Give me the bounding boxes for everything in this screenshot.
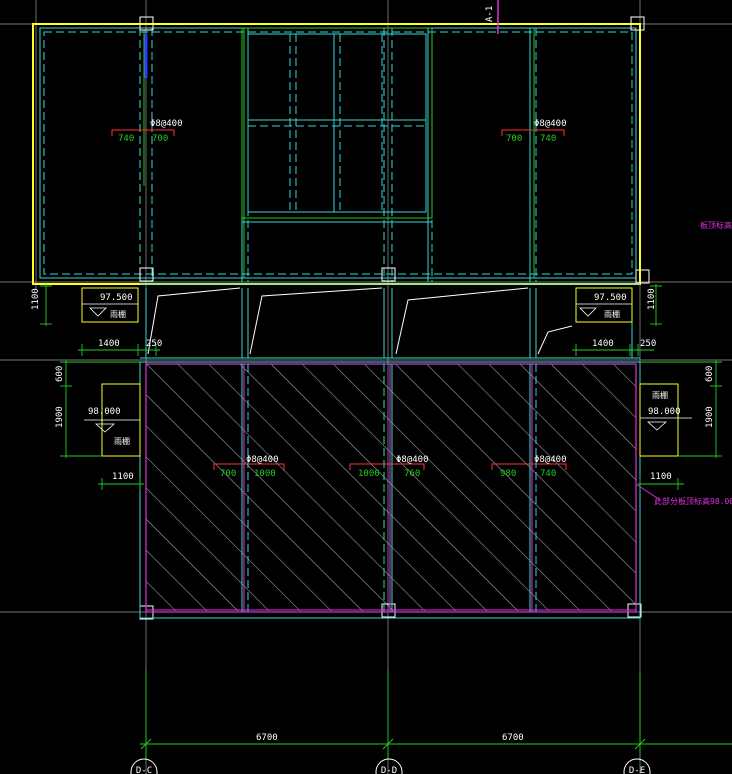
dim-1400-left: 1400 bbox=[98, 339, 120, 349]
canopy-elev-lower-left: 98.000 bbox=[88, 407, 121, 417]
axis-label-c: D-E bbox=[629, 766, 645, 774]
rebar-len-l1-left: 700 bbox=[220, 469, 236, 479]
rebar-len-ur-right: 740 bbox=[540, 134, 556, 144]
dim-1900-right: 1900 bbox=[705, 406, 715, 428]
upper-slab-beams bbox=[39, 27, 637, 282]
cad-drawing-canvas: Φ8@400 Φ8@400 Φ8@400 Φ8@400 Φ8@400 740 7… bbox=[0, 0, 732, 774]
rebar-spec-upper-left: Φ8@400 bbox=[150, 119, 183, 129]
corridor-band bbox=[140, 283, 640, 359]
canopy-name-lower-left: 雨棚 bbox=[114, 436, 130, 446]
dim-1100-left-vertical: 1100 bbox=[31, 288, 41, 310]
note-right-upper: 板顶标高 bbox=[700, 220, 732, 230]
dim-1100-lower-left: 1100 bbox=[112, 472, 134, 482]
axis-label-b: D-D bbox=[381, 766, 397, 774]
canopy-elev-upper-right: 97.500 bbox=[594, 293, 627, 303]
dim-600-right: 600 bbox=[705, 366, 715, 382]
canopy-name-upper-right: 雨棚 bbox=[604, 309, 620, 319]
rebar-len-l3-left: 980 bbox=[500, 469, 516, 479]
dim-1100-right-vertical: 1100 bbox=[647, 288, 657, 310]
canopy-name-lower-right: 雨棚 bbox=[652, 390, 668, 400]
canopy-upper-left: 97.500 雨棚 bbox=[81, 287, 139, 323]
canopy-lower-right: 雨棚 98.000 bbox=[639, 383, 692, 457]
rebar-len-l2-right: 760 bbox=[404, 469, 420, 479]
dim-bay-right: 6700 bbox=[502, 733, 524, 743]
dim-600-left: 600 bbox=[55, 366, 65, 382]
rebar-len-l3-right: 740 bbox=[540, 469, 556, 479]
rebar-spec-lower-2: Φ8@400 bbox=[396, 455, 429, 465]
hatched-slab-region bbox=[146, 364, 636, 611]
rebar-spec-lower-1: Φ8@400 bbox=[246, 455, 279, 465]
rebar-len-l1-right: 1000 bbox=[254, 469, 276, 479]
upper-slab-boundary bbox=[32, 23, 641, 285]
rebar-len-l2-left: 1000 bbox=[358, 469, 380, 479]
canopy-lower-left: 98.000 雨棚 bbox=[84, 383, 141, 457]
dim-1400-right: 1400 bbox=[592, 339, 614, 349]
canopy-name-upper-left: 雨棚 bbox=[110, 309, 126, 319]
rebar-len-ul-right: 700 bbox=[152, 134, 168, 144]
canopy-elev-lower-right: 98.000 bbox=[648, 407, 681, 417]
dim-1900-left: 1900 bbox=[55, 406, 65, 428]
rebar-len-ur-left: 700 bbox=[506, 134, 522, 144]
note-top-fragment: A-1 bbox=[485, 6, 495, 22]
canopy-elev-upper-left: 97.500 bbox=[100, 293, 133, 303]
canopy-upper-right: 97.500 雨棚 bbox=[575, 287, 633, 323]
dim-1100-lower-right: 1100 bbox=[650, 472, 672, 482]
ramp-outlines bbox=[147, 287, 573, 355]
rebar-spec-upper-right: Φ8@400 bbox=[534, 119, 567, 129]
dim-250-right: 250 bbox=[640, 339, 656, 349]
axis-label-a: D-C bbox=[136, 766, 152, 774]
rebar-len-ul-left: 740 bbox=[118, 134, 134, 144]
rebar-spec-lower-3: Φ8@400 bbox=[534, 455, 567, 465]
note-right-lower: 此部分板顶标高98.000 bbox=[654, 496, 732, 506]
dim-250-left: 250 bbox=[146, 339, 162, 349]
dim-bay-left: 6700 bbox=[256, 733, 278, 743]
